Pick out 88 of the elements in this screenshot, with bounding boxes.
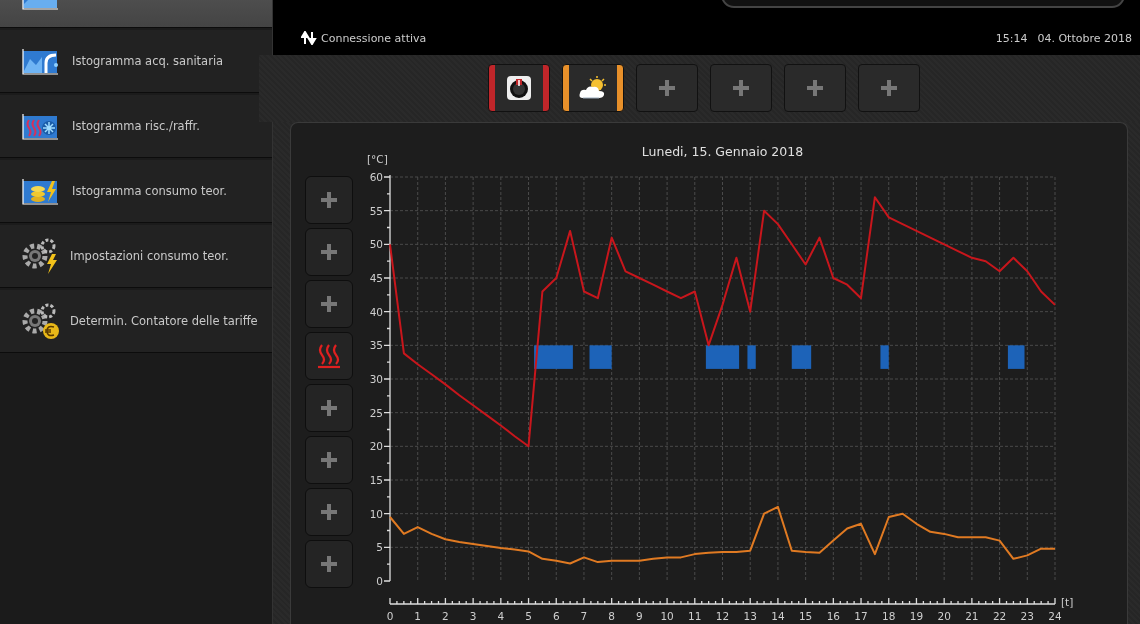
clock-time: 15:14 [995,32,1028,45]
tick-label: 20 [937,610,951,622]
plus-icon [878,78,899,98]
connection-status: Connessione attiva [321,31,427,45]
tick-label: 22 [992,610,1007,622]
tick-label: 16 [826,610,840,622]
sidebar-item[interactable]: Istogramma risc./raffr. [0,95,272,158]
tick-label: 3 [469,610,477,622]
gears-euro-icon [20,301,60,341]
slot-button[interactable] [305,176,353,224]
tick-label: 6 [552,610,560,622]
tile-button[interactable] [487,64,550,112]
tick-label: 10 [369,507,383,520]
tick-label: 15 [798,610,813,622]
tick-label: 10 [660,610,674,622]
plus-icon [319,242,339,262]
tick-label: 60 [369,171,383,183]
tick-label: 19 [909,610,924,622]
tile-button[interactable] [857,64,920,112]
gears-icon [20,236,60,276]
tick-label: 45 [369,272,383,284]
tile-button[interactable] [709,64,772,112]
tick-label: 25 [369,406,383,419]
tick-label: 0 [386,610,394,622]
tick-label: 23 [1020,610,1034,622]
tick-label: 1 [414,610,422,622]
date-text: 04. Ottobre 2018 [1037,32,1132,45]
tick-label: 4 [497,610,505,622]
tick-label: 14 [771,610,785,622]
sidebar-label: Impostazioni consumo teor. [70,250,229,262]
coins-chart-icon [22,177,59,205]
heat-cold-chart-icon [22,112,59,140]
tick-label: 2 [442,610,449,622]
tick-label: 8 [608,610,615,622]
tap-chart-icon [22,47,59,75]
scale-icon [505,75,532,101]
tick-label: 24 [1048,610,1062,622]
tick-label: 20 [369,440,383,453]
heating-icon [316,343,342,369]
sidebar-label: Determin. Contatore delle tariffe [70,315,258,327]
plus-icon [319,190,339,210]
tick-label: 17 [854,610,868,622]
tick-label: 50 [369,238,383,251]
slot-button[interactable] [305,436,353,484]
tick-label: 30 [369,373,383,385]
plus-icon [319,398,339,418]
tick-label: 0 [376,575,383,587]
slot-button[interactable] [305,228,353,276]
sidebar-item[interactable]: Impostazioni consumo teor. [0,225,272,288]
slot-button[interactable] [305,384,353,432]
sun-cloud-icon [577,76,608,100]
plus-icon [319,294,339,314]
sidebar-label: Istogramma risc./raffr. [72,120,200,132]
slot-button[interactable] [305,540,353,588]
sidebar-label: Istogramma acq. sanitaria [72,55,224,67]
plus-icon [319,502,339,522]
tile-button[interactable] [635,64,698,112]
tick-label: 15 [369,474,383,486]
slot-button[interactable] [305,280,353,328]
slot-button[interactable] [305,488,353,536]
tile-button[interactable] [561,64,624,112]
tick-label: 5 [376,541,383,554]
tick-label: 21 [965,610,979,622]
tick-label: 9 [636,610,643,622]
slot-button[interactable] [305,332,353,380]
plus-icon [319,554,339,574]
chart-title: Lunedi, 15. Gennaio 2018 [641,144,804,159]
sidebar-item[interactable]: Istogramma consumo teor. [0,160,272,223]
tick-label: 5 [525,610,532,622]
sidebar-item[interactable]: Istogramma acq. sanitaria [0,30,272,93]
tick-label: 18 [882,610,896,622]
tick-label: 35 [369,339,383,352]
tick-label: 12 [715,610,730,622]
tile-button[interactable] [783,64,846,112]
tick-label: 7 [580,610,588,622]
tick-label: 55 [369,204,383,217]
tick-label: 11 [688,610,702,622]
plus-icon [804,78,825,98]
plus-icon [656,78,677,98]
plus-icon [319,450,339,470]
sidebar-label: Istogramma consumo teor. [72,185,227,197]
plus-icon [730,78,751,98]
axis-unit-label: [t] [1061,596,1074,608]
up-down-arrows-icon [301,31,317,45]
tick-label: 13 [743,610,757,622]
sidebar-item[interactable]: Determin. Contatore delle tariffe [0,290,272,353]
axis-unit-label: [°C] [367,153,388,165]
tick-label: 40 [369,305,383,318]
